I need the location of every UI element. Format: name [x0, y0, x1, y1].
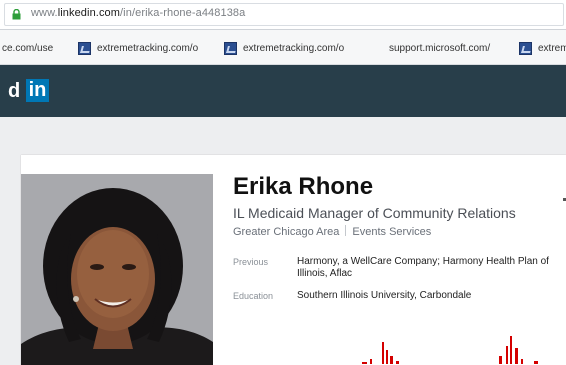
extremetracking-icon — [78, 41, 91, 55]
profile-location[interactable]: Greater Chicago Area — [233, 226, 339, 238]
profile-industry[interactable]: Events Services — [352, 226, 431, 238]
bookmark-label: extremetracking.com/o — [97, 42, 199, 54]
extremetracking-icon — [224, 41, 237, 55]
education-label: Education — [233, 291, 274, 301]
url-path: /in/erika-rhone-a448138a — [120, 7, 246, 19]
microsoft-icon — [370, 42, 383, 55]
bookmark-item[interactable]: support.microsoft.com/ — [370, 40, 490, 56]
bookmark-item[interactable]: ce.com/use — [2, 40, 53, 56]
previous-value[interactable]: Harmony, a WellCare Company; Harmony Hea… — [297, 256, 559, 280]
bookmark-item[interactable]: extremetracking.com/o — [224, 40, 344, 56]
bookmark-label: extremetracking.com/o — [243, 42, 345, 54]
bookmark-item[interactable]: extrem — [519, 40, 566, 56]
divider — [345, 225, 347, 236]
profile-photo-image — [21, 174, 213, 365]
bookmark-item[interactable]: extremetracking.com/o — [78, 40, 198, 56]
profile-headline: IL Medicaid Manager of Community Relatio… — [233, 205, 516, 221]
extremetracking-icon — [519, 41, 532, 55]
bookmark-label: ce.com/use — [2, 42, 54, 54]
linkedin-header: d in — [0, 65, 566, 117]
profile-name: Erika Rhone — [233, 173, 374, 200]
url-text[interactable]: www.linkedin.com/in/erika-rhone-a448138a — [31, 7, 245, 19]
profile-photo — [21, 174, 213, 365]
url-prefix: www. — [31, 7, 58, 19]
linkedin-logo-icon[interactable]: in — [26, 79, 49, 102]
bookmarks-bar: ce.com/use extremetracking.com/o extreme… — [0, 30, 566, 65]
lock-icon — [12, 9, 21, 20]
previous-label: Previous — [233, 257, 269, 267]
bookmark-label: extrem — [538, 42, 566, 54]
education-value[interactable]: Southern Illinois University, Carbondale — [297, 290, 559, 302]
address-bar[interactable]: www.linkedin.com/in/erika-rhone-a448138a — [0, 0, 566, 30]
red-chart-marks — [362, 336, 538, 364]
url-domain: linkedin.com — [57, 7, 121, 19]
bookmark-label: support.microsoft.com/ — [389, 42, 491, 54]
profile-location-line: Greater Chicago Area Events Services — [233, 225, 431, 238]
linkedin-logo-text[interactable]: d — [8, 80, 20, 102]
